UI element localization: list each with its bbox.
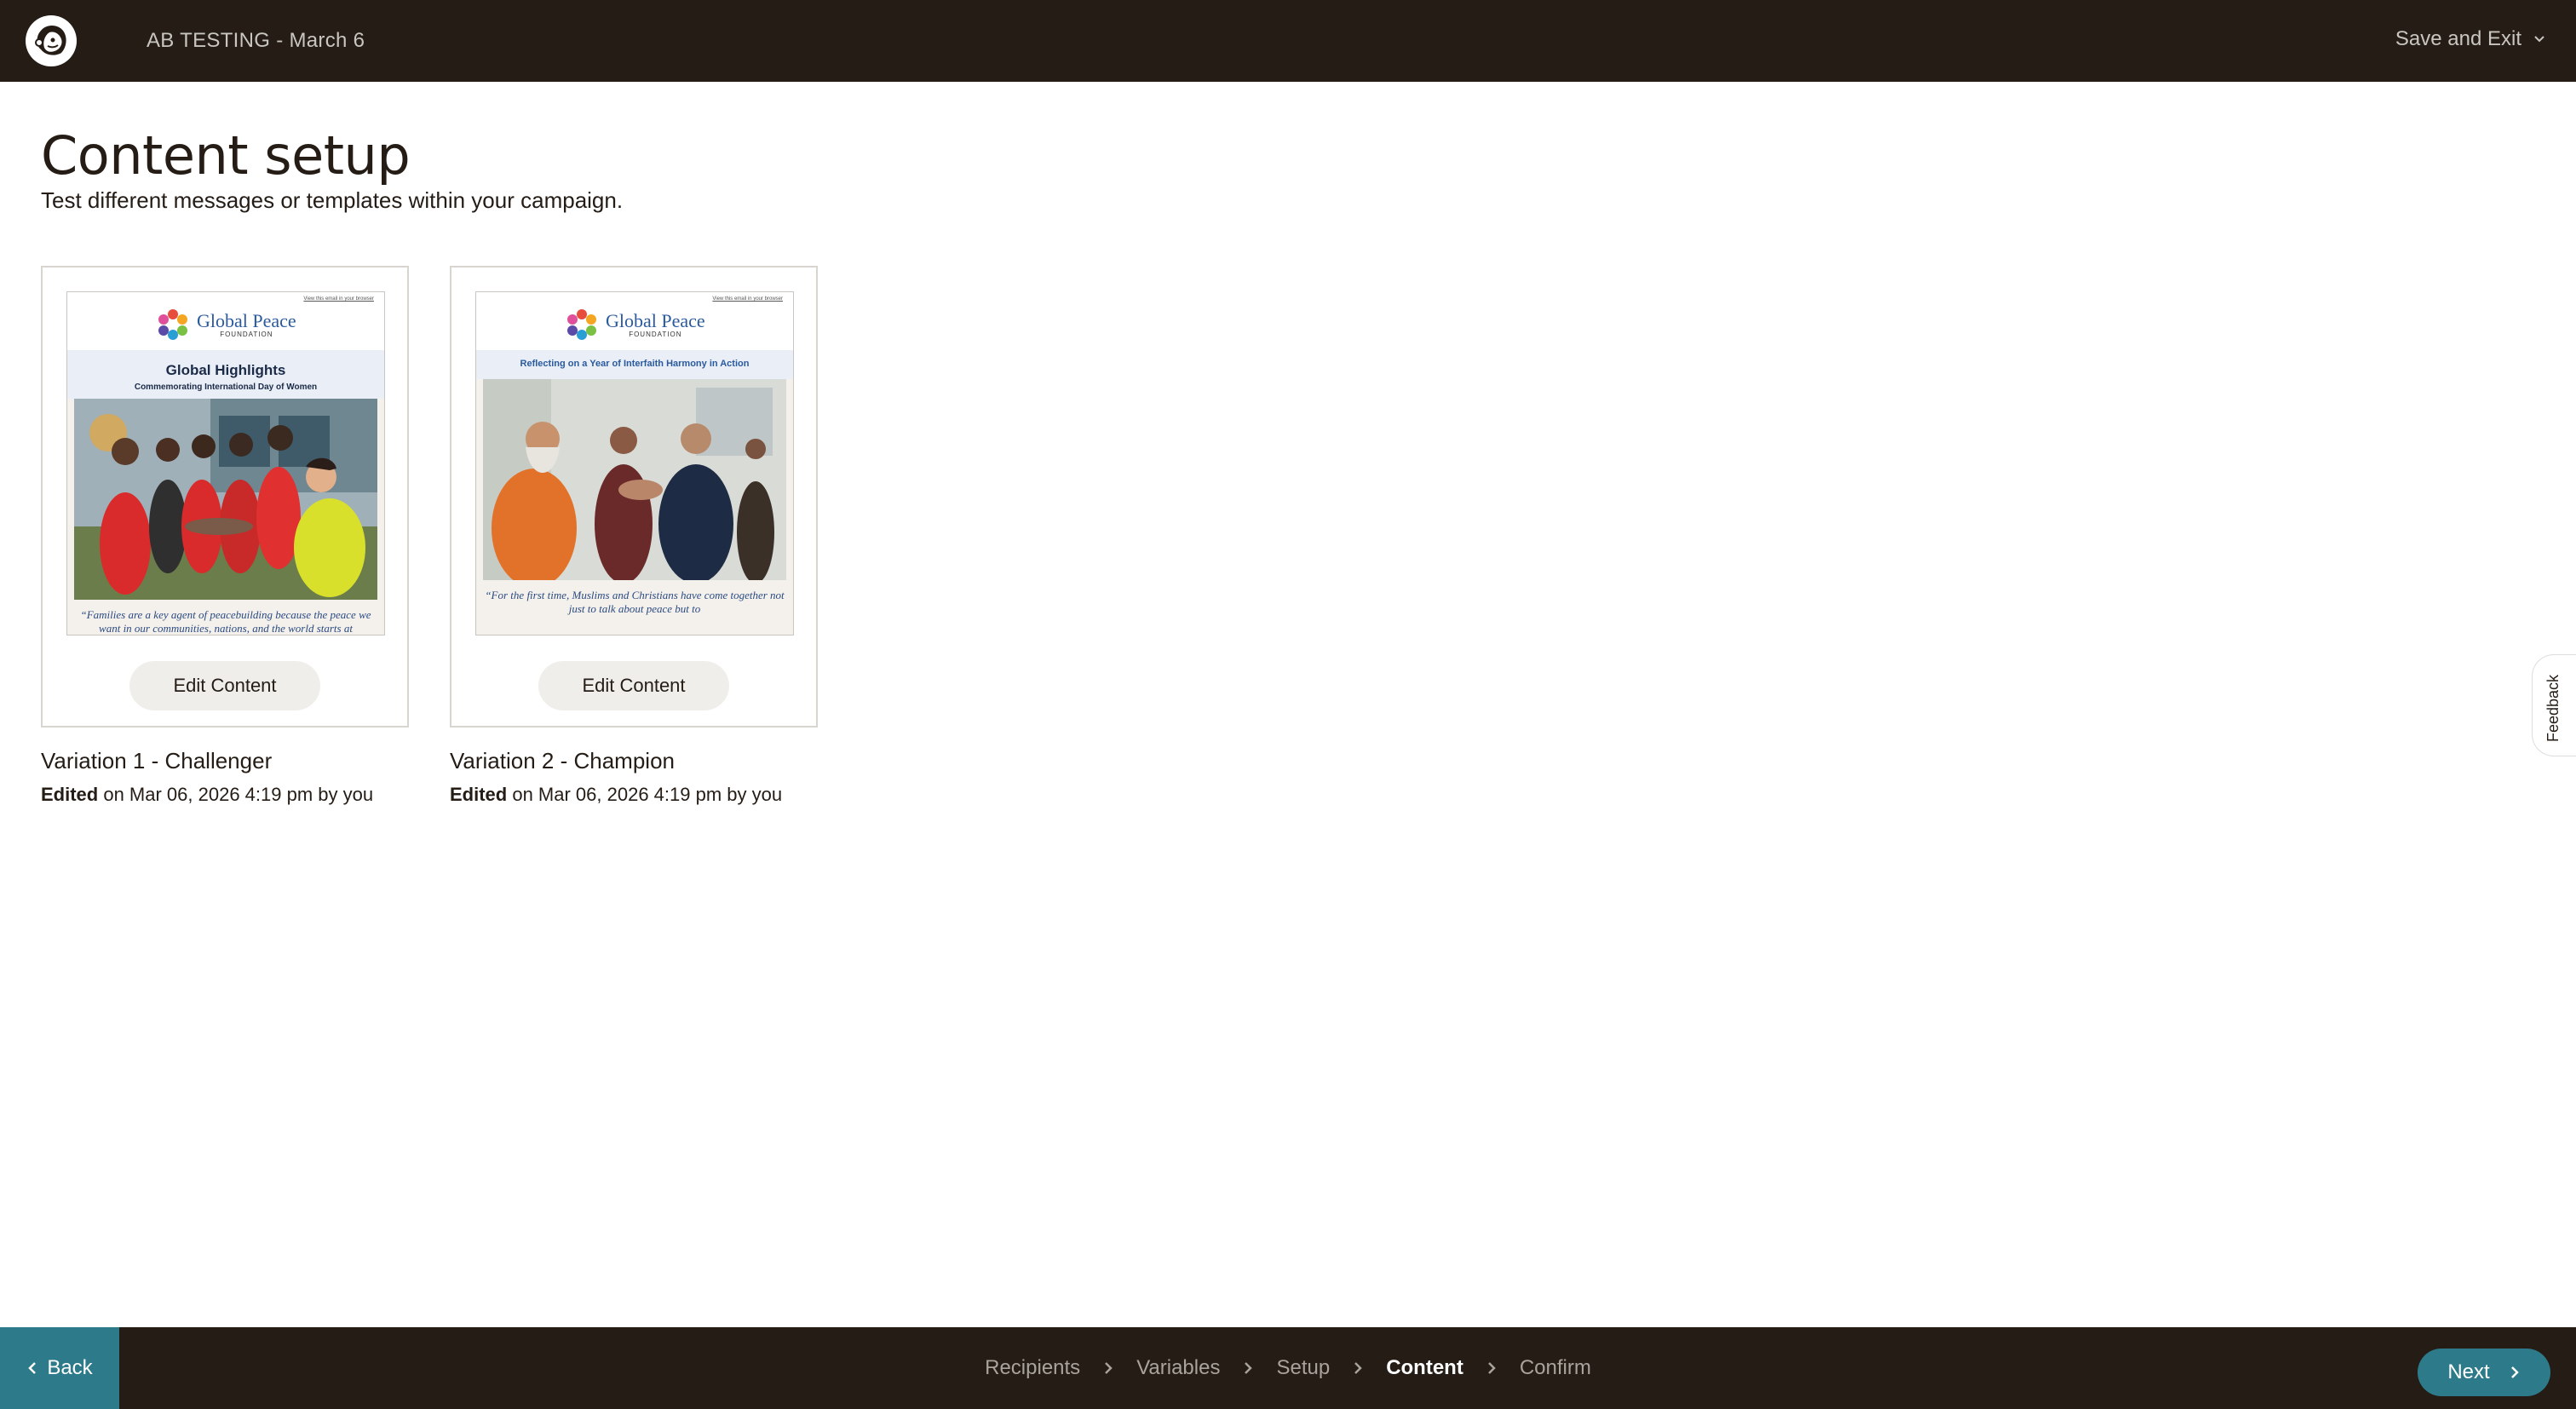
step-setup[interactable]: Setup — [1276, 1356, 1330, 1380]
step-confirm[interactable]: Confirm — [1520, 1356, 1591, 1380]
org-sub: FOUNDATION — [629, 330, 682, 338]
top-bar: AB TESTING - March 6 Save and Exit — [0, 0, 2576, 82]
handshake-photo-image — [483, 379, 786, 580]
org-logo: Global Peace FOUNDATION — [156, 308, 296, 342]
preview-quote: “For the first time, Muslims and Christi… — [485, 589, 785, 615]
org-sub: FOUNDATION — [220, 330, 273, 338]
chevron-right-icon — [2510, 1366, 2519, 1378]
feedback-label: Feedback — [2544, 674, 2562, 742]
edited-details: on Mar 06, 2026 4:19 pm by you — [98, 784, 374, 805]
email-preview-thumbnail[interactable]: View this email in your browser Global P… — [66, 291, 385, 635]
group-photo-image — [74, 399, 377, 600]
save-and-exit-menu[interactable]: Save and Exit — [2395, 27, 2547, 51]
org-logo: Global Peace FOUNDATION — [565, 308, 705, 342]
wizard-steps: Recipients Variables Setup Content Confi… — [0, 1327, 2576, 1409]
step-recipients[interactable]: Recipients — [985, 1356, 1080, 1380]
preview-quote: “Families are a key agent of peacebuildi… — [80, 608, 371, 635]
chevron-down-icon — [2534, 36, 2544, 43]
email-preview-thumbnail[interactable]: View this email in your browser Global P… — [475, 291, 794, 635]
view-in-browser-link: View this email in your browser — [303, 296, 374, 302]
edited-label: Edited — [41, 784, 99, 805]
org-name: Global Peace — [197, 309, 296, 331]
preview-subheadline: Commemorating International Day of Women — [134, 382, 318, 392]
edited-label: Edited — [450, 784, 508, 805]
preview-headline-band: Reflecting on a Year of Interfaith Harmo… — [476, 350, 793, 379]
preview-photo — [483, 379, 786, 580]
variation-title: Variation 1 - Challenger — [41, 748, 273, 774]
peace-flower-icon — [158, 309, 187, 340]
next-label: Next — [2447, 1360, 2490, 1383]
variation-title: Variation 2 - Champion — [450, 748, 675, 774]
view-in-browser-link: View this email in your browser — [712, 296, 783, 302]
org-name: Global Peace — [606, 309, 705, 331]
variation-card-2: View this email in your browser Global P… — [450, 266, 818, 728]
chevron-right-icon — [1487, 1362, 1496, 1374]
page-title: Content setup — [41, 124, 411, 187]
step-content[interactable]: Content — [1386, 1356, 1463, 1380]
variation-edited-meta: Edited on Mar 06, 2026 4:19 pm by you — [41, 784, 373, 806]
mailchimp-logo-icon[interactable] — [24, 14, 78, 68]
preview-headline: Global Highlights — [165, 362, 286, 378]
step-variables[interactable]: Variables — [1136, 1356, 1220, 1380]
save-and-exit-label: Save and Exit — [2395, 27, 2521, 50]
chevron-right-icon — [1354, 1362, 1362, 1374]
preview-header: View this email in your browser Global P… — [476, 292, 793, 350]
preview-header: View this email in your browser Global P… — [67, 292, 384, 350]
variation-card-1: View this email in your browser Global P… — [41, 266, 409, 728]
peace-flower-icon — [567, 309, 596, 340]
chevron-right-icon — [1105, 1362, 1113, 1374]
edit-content-button[interactable]: Edit Content — [538, 661, 729, 710]
next-button[interactable]: Next — [2418, 1349, 2550, 1396]
bottom-bar: Back Recipients Variables Setup Content … — [0, 1327, 2576, 1409]
edit-content-button[interactable]: Edit Content — [129, 661, 320, 710]
chevron-right-icon — [1245, 1362, 1253, 1374]
campaign-title: AB TESTING - March 6 — [147, 29, 365, 52]
variation-edited-meta: Edited on Mar 06, 2026 4:19 pm by you — [450, 784, 782, 806]
page-subtitle: Test different messages or templates wit… — [41, 187, 624, 213]
edited-details: on Mar 06, 2026 4:19 pm by you — [507, 784, 783, 805]
feedback-tab[interactable]: Feedback — [2532, 654, 2576, 756]
preview-headline: Reflecting on a Year of Interfaith Harmo… — [520, 359, 750, 369]
preview-photo — [74, 399, 377, 600]
preview-headline-band: Global Highlights Commemorating Internat… — [67, 350, 384, 399]
